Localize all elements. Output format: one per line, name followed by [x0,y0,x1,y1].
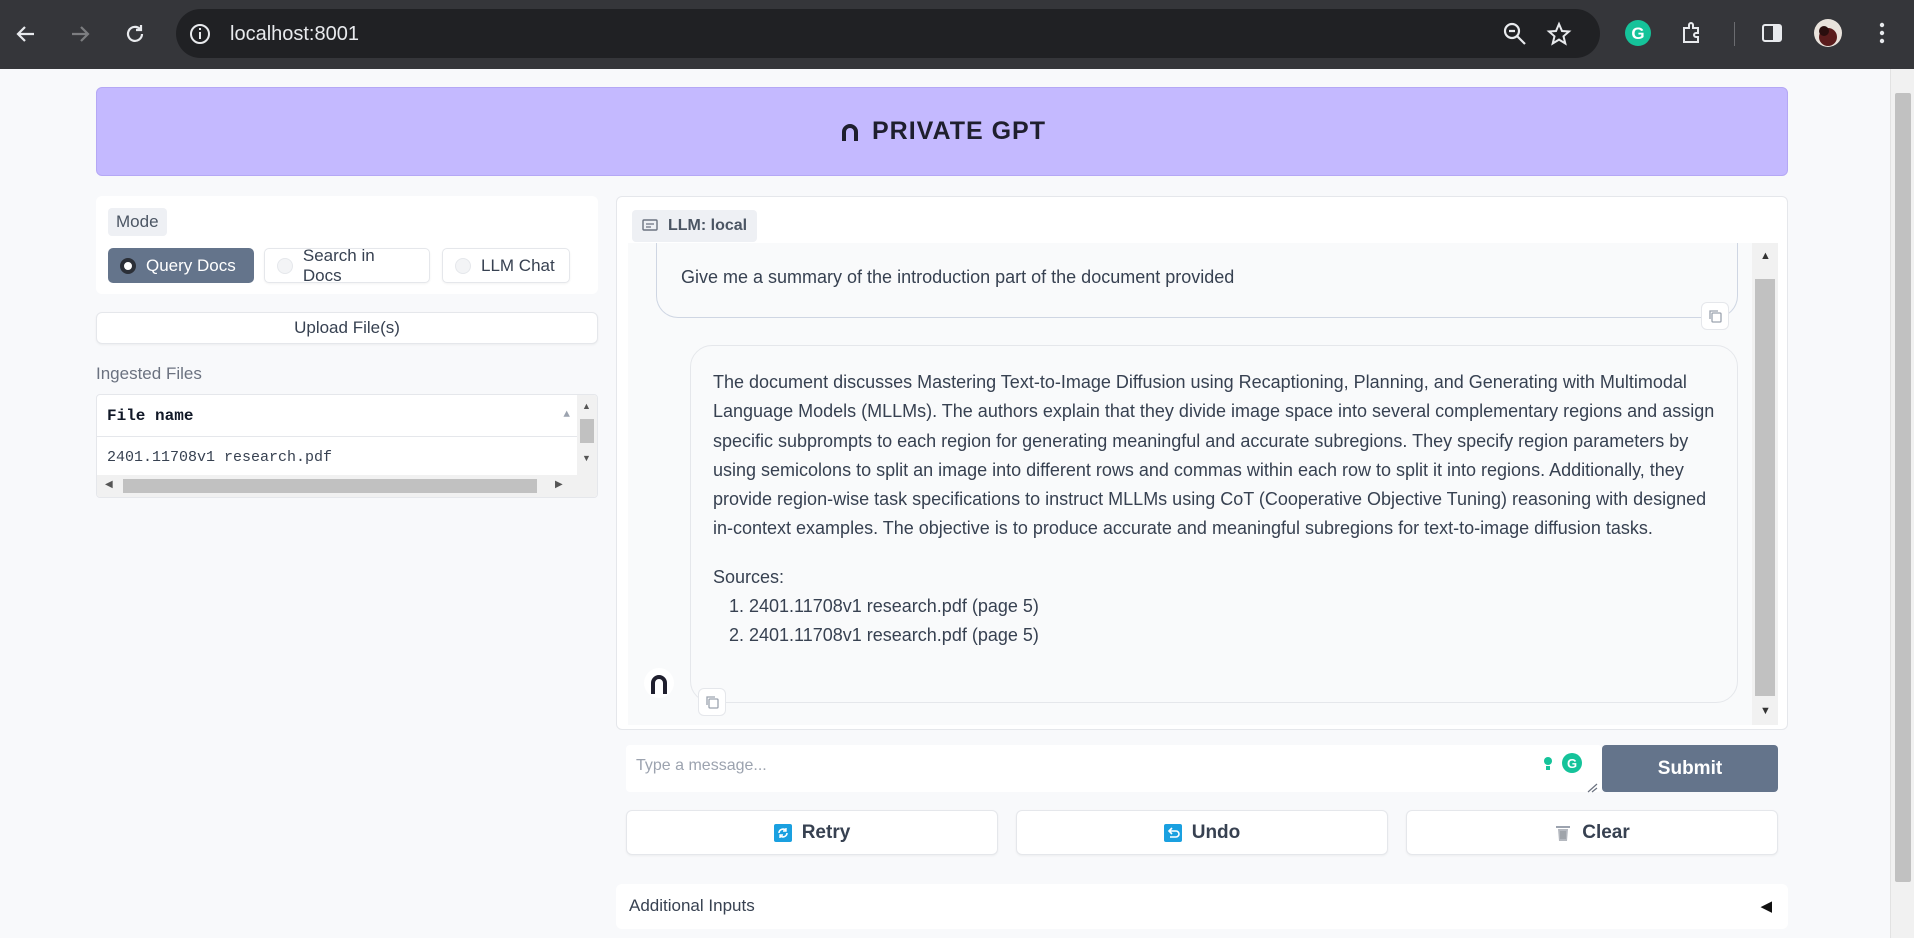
undo-label: Undo [1191,821,1241,843]
assistant-message: The document discusses Mastering Text-to… [690,345,1738,703]
user-message-text: Give me a summary of the introduction pa… [681,267,1235,287]
mode-option-label: LLM Chat [481,255,555,275]
address-bar[interactable]: localhost:8001 [176,9,1600,58]
mode-option-label: Query Docs [146,255,236,275]
scroll-up-icon[interactable]: ▲ [582,401,591,411]
undo-icon [1163,823,1182,842]
url-text: localhost:8001 [230,23,359,45]
ingested-files-label: Ingested Files [96,364,202,383]
browser-toolbar: localhost:8001 G [0,0,1914,69]
upload-files-button[interactable]: Upload File(s) [96,312,598,344]
undo-button[interactable]: Undo [1016,810,1388,855]
llm-badge: LLM: local [632,210,758,242]
extensions-puzzle-icon[interactable] [1676,17,1708,49]
svg-text:G: G [1631,24,1644,43]
mode-option-label: Search in Docs [302,245,375,285]
collapse-arrow-icon[interactable]: ◀ [1760,897,1772,915]
table-horizontal-scrollbar[interactable]: ◀ ▶ [97,475,578,497]
back-icon[interactable] [8,16,44,52]
assistant-avatar-icon [643,667,675,699]
radio-dot[interactable] [455,257,471,274]
table-vertical-scrollbar[interactable]: ▲ ▼ [577,395,597,475]
chat-bubble-icon [642,219,658,231]
source-item: 2401.11708v1 research.pdf (page 5) [749,621,1715,650]
trash-icon [1556,825,1571,841]
clear-button[interactable]: Clear [1406,810,1778,855]
assistant-message-text: The document discusses Mastering Text-to… [713,372,1715,539]
zoom-icon[interactable] [1502,21,1528,47]
page-scrollbar[interactable] [1890,69,1914,938]
mode-option-llm-chat[interactable]: LLM Chat [442,248,570,283]
ingested-files-table: File name ▲ 2401.11708v1 research.pdf ▲ … [96,394,598,498]
sort-ascending-icon[interactable]: ▲ [563,409,570,421]
user-message: Give me a summary of the introduction pa… [656,243,1738,318]
scroll-right-icon[interactable]: ▶ [555,479,563,490]
mode-option-search-in-docs[interactable]: Search in Docs [264,245,430,285]
private-gpt-logo-icon [842,123,858,141]
table-vertical-scrollbar-thumb[interactable] [580,419,594,443]
copy-icon [1709,310,1722,323]
side-panel-icon[interactable] [1756,17,1788,49]
scroll-left-icon[interactable]: ◀ [105,479,113,490]
message-input[interactable]: Type a message... [626,745,1602,792]
resize-handle-icon[interactable] [1586,780,1598,793]
chat-scrollbar-thumb[interactable] [1755,279,1775,696]
copy-icon [706,696,719,709]
copy-user-message-button[interactable] [1701,302,1729,330]
bookmark-star-icon[interactable] [1546,21,1572,47]
svg-text:G: G [1567,756,1577,771]
message-input-placeholder: Type a message... [636,757,767,774]
profile-avatar-icon[interactable] [1812,17,1844,49]
sources-label: Sources: [713,566,785,587]
column-header-label: File name [107,407,194,425]
additional-inputs-label: Additional Inputs [629,896,755,915]
mode-label: Mode [108,208,167,236]
mode-selector: Mode Query Docs Search in Docs LLM Chat [96,196,598,294]
chat-scrollbar[interactable]: ▲ ▼ [1752,243,1778,725]
scroll-down-icon[interactable]: ▼ [1760,705,1771,717]
scrollbar-corner [577,475,597,497]
app-title: PRIVATE GPT [872,117,1046,145]
submit-button[interactable]: Submit [1602,745,1778,792]
forward-icon[interactable] [62,16,98,52]
retry-button[interactable]: Retry [626,810,998,855]
grammarly-extension-icon[interactable]: G [1622,17,1654,49]
radio-dot[interactable] [120,257,136,274]
clear-label: Clear [1582,821,1630,843]
mode-option-query-docs[interactable]: Query Docs [108,248,254,283]
additional-inputs-accordion[interactable]: Additional Inputs ◀ [616,884,1788,929]
reload-icon[interactable] [117,16,153,52]
retry-icon [773,823,792,842]
table-horizontal-scrollbar-thumb[interactable] [123,479,537,493]
site-info-icon[interactable] [188,22,212,46]
chrome-menu-icon[interactable] [1866,17,1898,49]
app-header: PRIVATE GPT [96,87,1788,176]
copy-assistant-message-button[interactable] [698,688,726,716]
grammarly-inline-icons[interactable]: G [1536,751,1586,775]
source-item: 2401.11708v1 research.pdf (page 5) [749,592,1715,621]
file-name-column-header[interactable]: File name ▲ [97,395,578,437]
toolbar-divider [1734,22,1735,46]
sources-list: 2401.11708v1 research.pdf (page 5) 2401.… [749,592,1715,651]
table-row[interactable]: 2401.11708v1 research.pdf [97,439,578,475]
llm-badge-label: LLM: local [668,217,748,234]
scroll-down-icon[interactable]: ▼ [582,453,591,463]
page-scrollbar-thumb[interactable] [1895,93,1911,882]
radio-dot[interactable] [277,257,293,274]
scroll-up-icon[interactable]: ▲ [1760,250,1771,262]
retry-label: Retry [801,821,851,843]
